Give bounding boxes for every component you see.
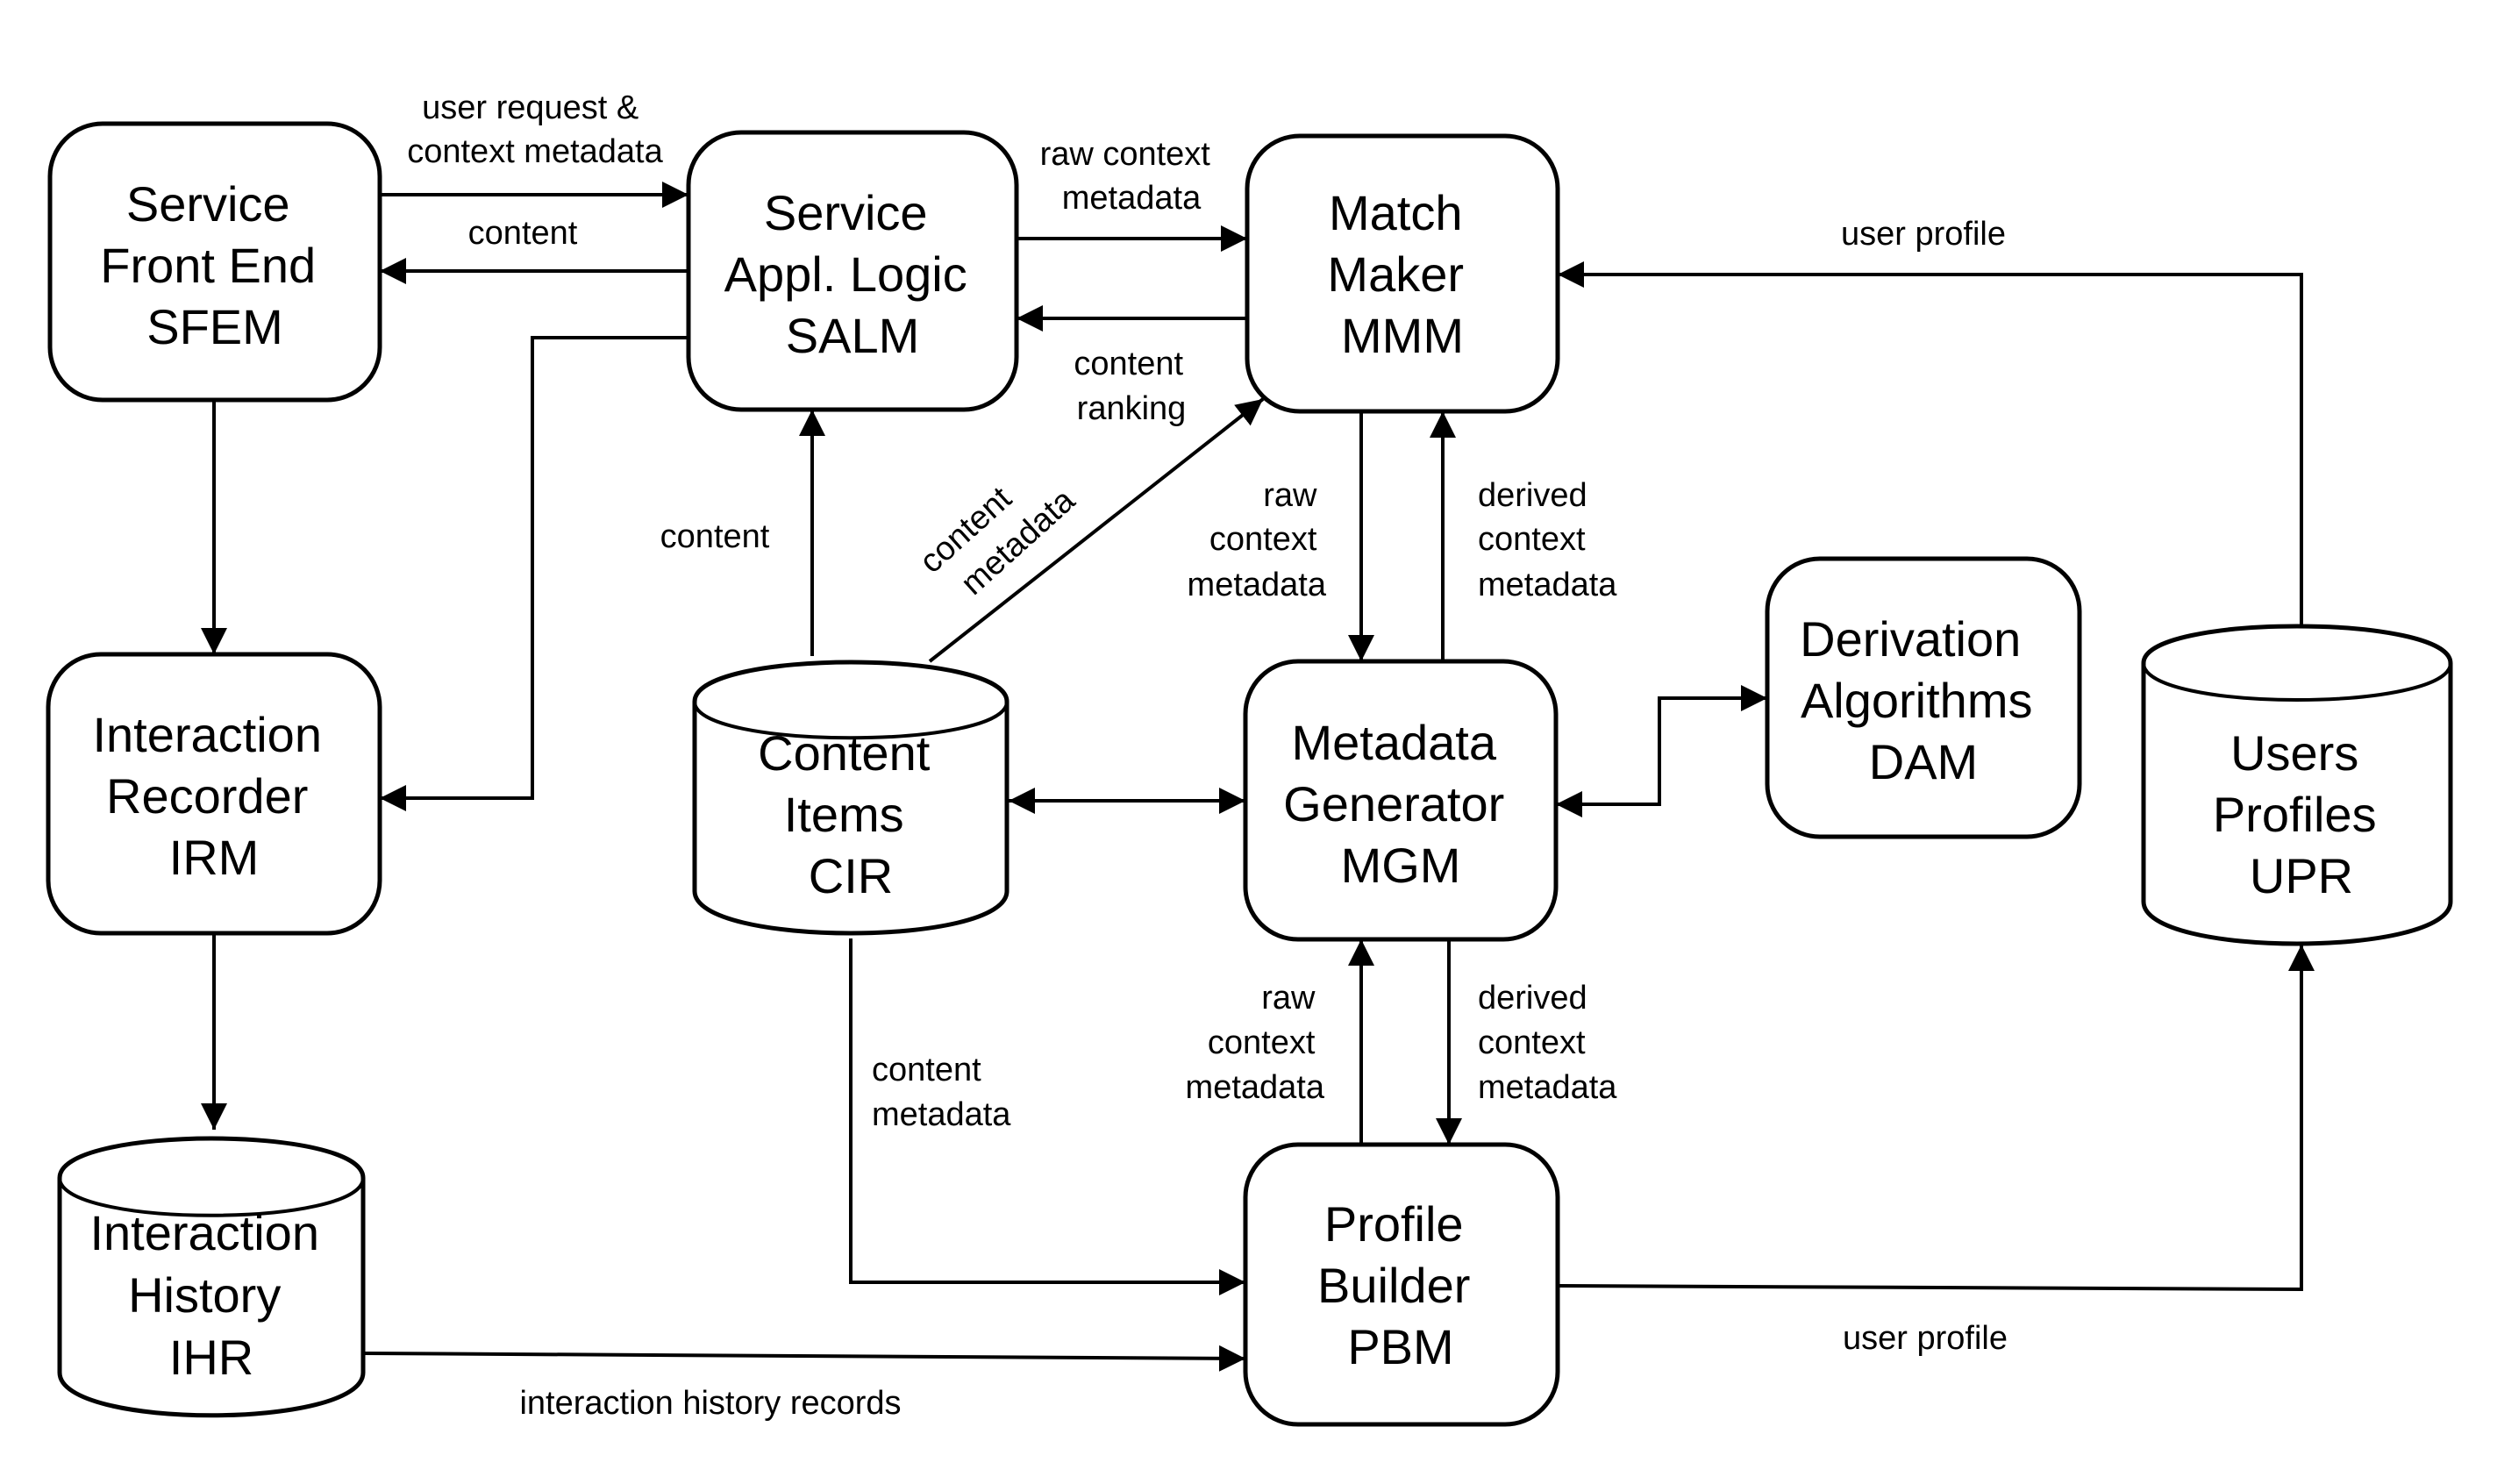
- edge-mgm-dam: [1556, 685, 1767, 817]
- node-irm[interactable]: Interaction Recorder IRM: [46, 652, 382, 936]
- label-cir-pbm-metadata: content metadata: [872, 1052, 1011, 1133]
- label-mgm-mmm-derived: derived context metadata: [1478, 477, 1617, 603]
- node-cir[interactable]: Content Items CIR: [692, 660, 1010, 936]
- node-upr[interactable]: Users Profiles UPR: [2141, 624, 2453, 946]
- label-pbm-mgm-raw: raw context metadata: [1186, 980, 1325, 1106]
- label-pbm-upr-profile: user profile: [1843, 1320, 2008, 1357]
- node-pbm[interactable]: Profile Builder PBM: [1243, 1142, 1560, 1427]
- system-diagram: user request & context metadata content …: [46, 89, 2453, 1427]
- label-cir-mmm-metadata: content metadata: [913, 449, 1083, 613]
- node-ihr[interactable]: Interaction History IHR: [57, 1136, 366, 1418]
- node-mmm[interactable]: Match Maker MMM: [1245, 133, 1560, 414]
- label-salm-mmm-raw: raw context metadata: [1040, 136, 1220, 217]
- edge-pbm-upr-profile: [1557, 945, 2315, 1292]
- edge-salm-irm: [380, 336, 688, 811]
- node-dam[interactable]: Derivation Algorithms DAM: [1765, 556, 2082, 839]
- label-mmm-mgm-raw: raw context metadata: [1188, 477, 1327, 603]
- node-mmm-label: Match Maker MMM: [1327, 185, 1477, 363]
- label-ihr-pbm-records: interaction history records: [519, 1385, 901, 1422]
- node-sfem[interactable]: Service Front End SFEM: [47, 121, 382, 403]
- label-mmm-salm-ranking: content ranking: [1074, 346, 1192, 427]
- label-salm-sfem-content: content: [468, 215, 578, 252]
- edge-ihr-pbm-records: [364, 1345, 1246, 1372]
- node-salm[interactable]: Service Appl. Logic SALM: [686, 130, 1019, 412]
- label-cir-salm-content: content: [660, 518, 770, 555]
- label-mgm-pbm-derived: derived context metadata: [1478, 980, 1617, 1106]
- nodes: Service Front End SFEM Service Appl. Log…: [46, 121, 2453, 1427]
- node-mgm[interactable]: Metadata Generator MGM: [1243, 659, 1559, 942]
- label-sfem-salm-request: user request & context metadata: [407, 89, 663, 170]
- label-upr-mmm-profile: user profile: [1841, 216, 2006, 253]
